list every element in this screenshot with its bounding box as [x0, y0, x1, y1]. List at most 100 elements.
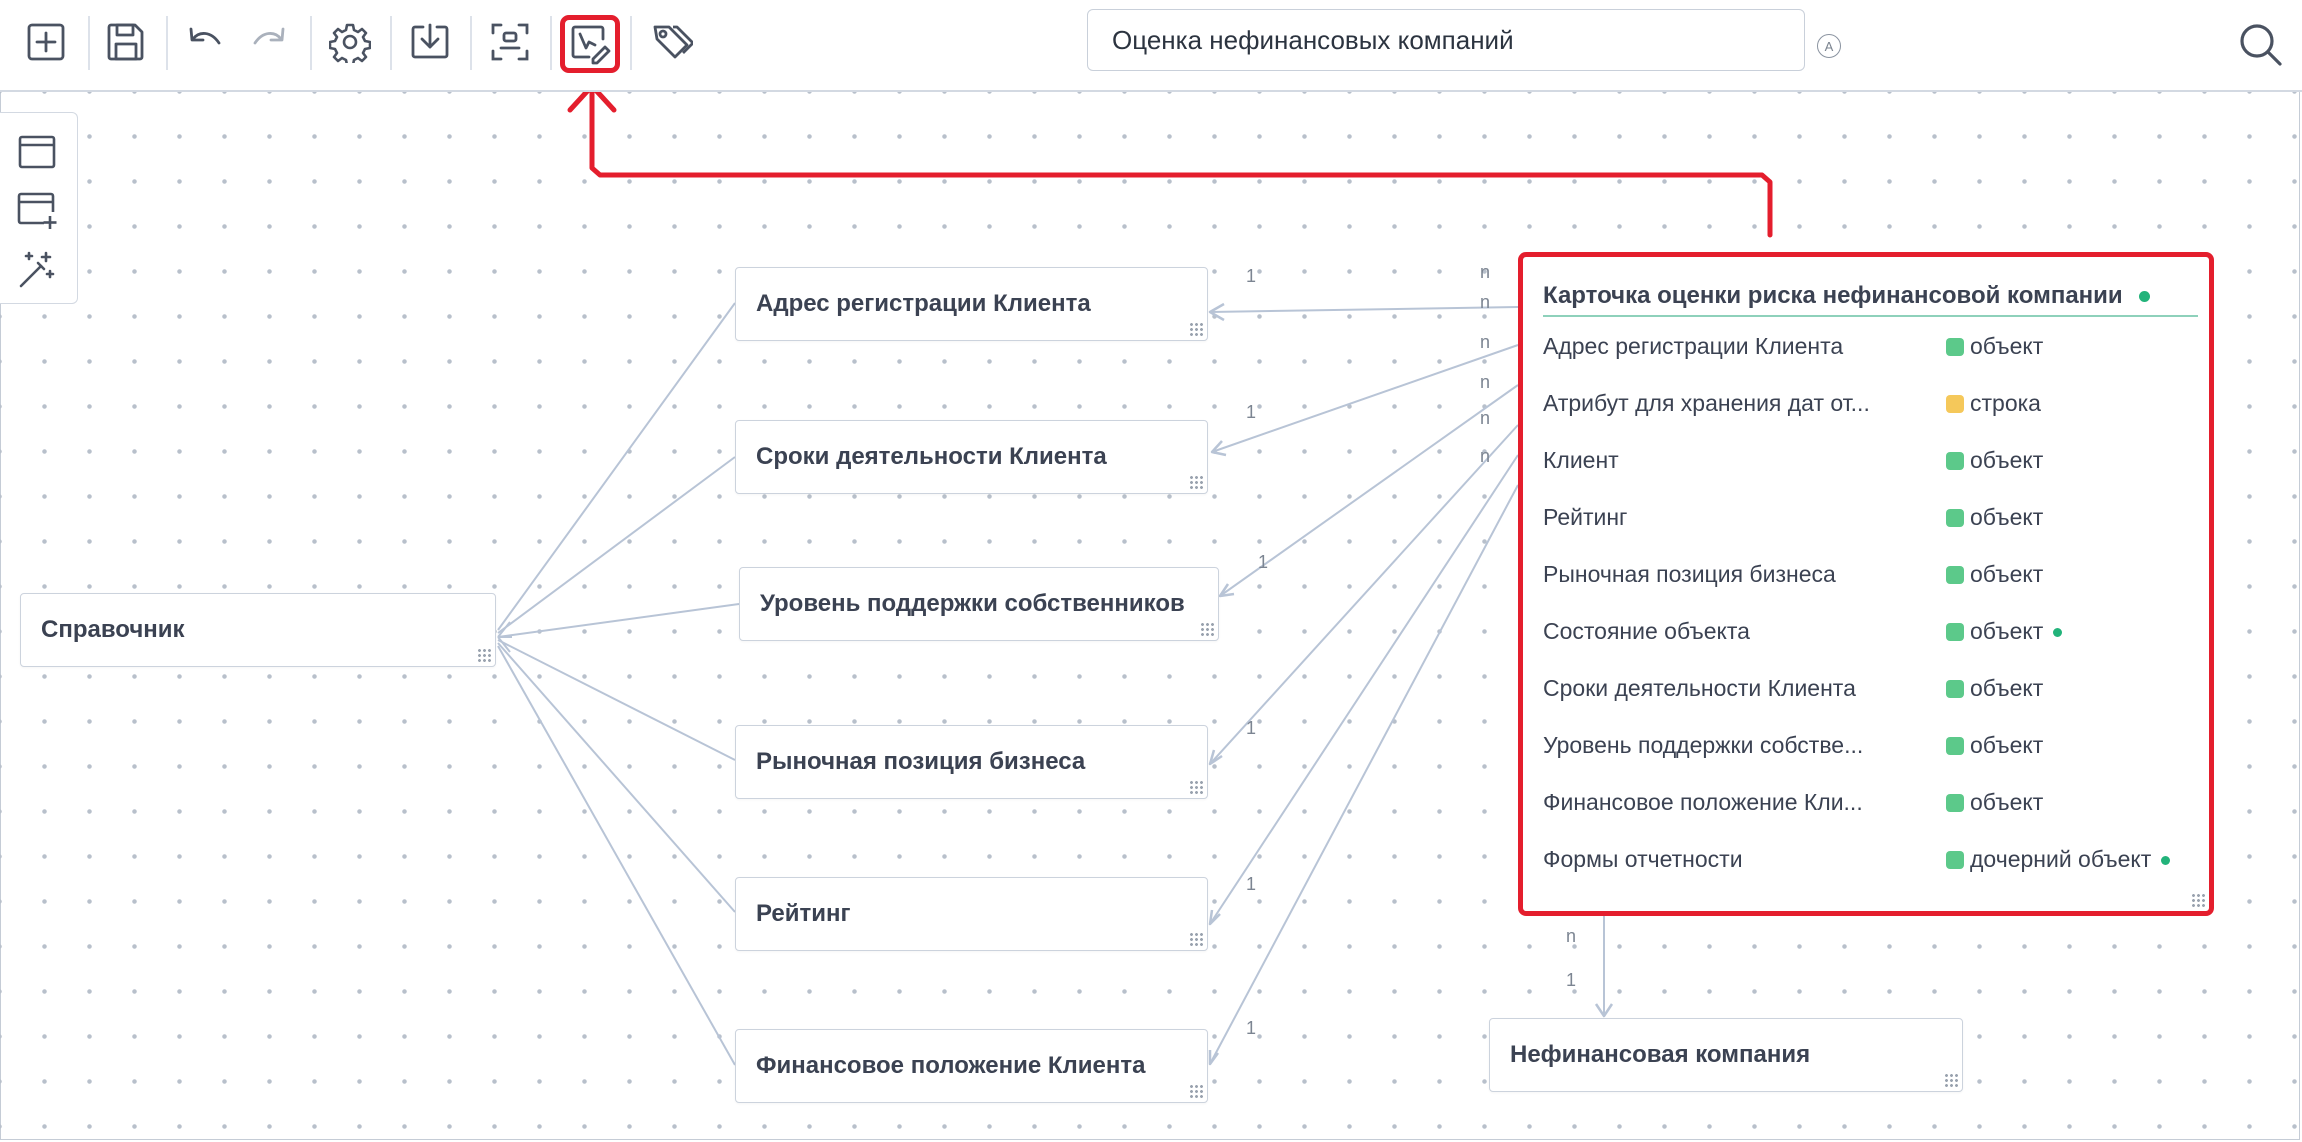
attribute-name: Рейтинг	[1543, 504, 1628, 530]
entity-node-label: Рейтинг	[756, 900, 851, 927]
entity-node-terms[interactable]: Сроки деятельности Клиента	[735, 420, 1208, 494]
diagram-title-input[interactable]: Оценка нефинансовых компаний	[1087, 9, 1805, 71]
attribute-name: Атрибут для хранения дат от...	[1543, 390, 1870, 416]
entity-node-financial[interactable]: Финансовое положение Клиента	[735, 1029, 1208, 1103]
attribute-row[interactable]: Атрибут для хранения дат от... строка	[1543, 384, 2203, 424]
resize-handle[interactable]	[1189, 475, 1203, 489]
cardinality-label: 1	[1246, 1018, 1257, 1038]
cardinality-label: n	[1480, 292, 1491, 312]
attribute-row[interactable]: Рыночная позиция бизнеса объект	[1543, 555, 2203, 595]
entity-node-label: Рыночная позиция бизнеса	[756, 748, 1086, 775]
entity-node-label: Справочник	[41, 616, 185, 643]
edit-select-icon[interactable]	[560, 15, 620, 73]
cardinality-label: n	[1480, 262, 1491, 282]
type-indicator	[1946, 794, 1964, 812]
attribute-type: строка	[1946, 390, 2041, 417]
cardinality-label: 1	[1246, 402, 1257, 422]
status-dot	[2053, 628, 2063, 638]
attribute-type-label: объект	[1970, 447, 2044, 473]
toolbar-divider	[470, 16, 472, 70]
settings-gear-icon[interactable]	[326, 18, 374, 66]
attribute-type-label: объект	[1970, 561, 2044, 587]
card-title-underline	[1543, 315, 2198, 317]
top-toolbar: Оценка нефинансовых компаний A	[0, 0, 2302, 92]
add-square-icon[interactable]	[22, 18, 70, 66]
save-icon[interactable]	[102, 18, 150, 66]
scan-focus-icon[interactable]	[486, 18, 534, 66]
attribute-row[interactable]: Сроки деятельности Клиента объект	[1543, 669, 2203, 709]
attribute-name: Рыночная позиция бизнеса	[1543, 561, 1836, 587]
magic-wand-icon[interactable]	[14, 247, 60, 293]
type-indicator	[1946, 509, 1964, 527]
attribute-row[interactable]: Финансовое положение Кли... объект	[1543, 783, 2203, 823]
status-dot	[2161, 856, 2171, 866]
entity-node-label: Финансовое положение Клиента	[756, 1052, 1146, 1079]
resize-handle[interactable]	[1189, 1084, 1203, 1098]
entity-node-address[interactable]: Адрес регистрации Клиента	[735, 267, 1208, 341]
status-dot	[2139, 291, 2151, 303]
toolbar-divider	[166, 16, 168, 70]
attribute-type: объект	[1946, 675, 2043, 702]
window-icon[interactable]	[14, 129, 60, 175]
toolbar-divider	[310, 16, 312, 70]
resize-handle[interactable]	[1189, 780, 1203, 794]
cardinality-label: n	[1480, 446, 1491, 466]
entity-node-reference[interactable]: Справочник	[20, 593, 496, 667]
attribute-row[interactable]: Уровень поддержки собстве... объект	[1543, 726, 2203, 766]
attribute-type: объект	[1946, 789, 2043, 816]
attribute-row[interactable]: Формы отчетности дочерний объект	[1543, 840, 2203, 880]
cardinality-label: 1	[1246, 266, 1257, 286]
resize-handle[interactable]	[1200, 622, 1214, 636]
card-title[interactable]: Карточка оценки риска нефинансовой компа…	[1543, 282, 2151, 310]
search-icon[interactable]	[2236, 20, 2284, 68]
redo-icon[interactable]	[246, 18, 294, 66]
attribute-name: Адрес регистрации Клиента	[1543, 333, 1844, 359]
resize-handle[interactable]	[1189, 322, 1203, 336]
resize-handle[interactable]	[1944, 1073, 1958, 1087]
attribute-type: объект	[1946, 333, 2043, 360]
download-icon[interactable]	[406, 18, 454, 66]
type-indicator	[1946, 395, 1964, 413]
attribute-name: Состояние объекта	[1543, 618, 1750, 644]
attribute-row[interactable]: Клиент объект	[1543, 441, 2203, 481]
entity-node-support[interactable]: Уровень поддержки собственников	[739, 567, 1219, 641]
entity-node-label: Уровень поддержки собственников	[760, 590, 1185, 617]
type-indicator	[1946, 452, 1964, 470]
window-add-icon[interactable]	[14, 187, 60, 233]
attribute-type-label: объект	[1970, 618, 2044, 644]
resize-handle[interactable]	[477, 648, 491, 662]
auto-badge: A	[1817, 34, 1841, 58]
entity-card-risk-assessment[interactable]: Карточка оценки риска нефинансовой компа…	[1518, 252, 2214, 916]
attribute-type-label: строка	[1970, 390, 2041, 416]
resize-handle[interactable]	[2191, 893, 2205, 907]
entity-node-rating[interactable]: Рейтинг	[735, 877, 1208, 951]
undo-icon[interactable]	[180, 18, 228, 66]
type-indicator	[1946, 737, 1964, 755]
type-indicator	[1946, 338, 1964, 356]
resize-handle[interactable]	[1189, 932, 1203, 946]
cardinality-label: n	[1480, 408, 1491, 428]
cardinality-label: n	[1480, 372, 1491, 392]
cardinality-label: n	[1566, 926, 1577, 946]
attribute-type: дочерний объект	[1946, 846, 2171, 873]
attribute-type: объект	[1946, 561, 2043, 588]
tags-icon[interactable]	[648, 18, 696, 66]
cardinality-label: 1	[1258, 552, 1269, 572]
attribute-type-label: объект	[1970, 789, 2044, 815]
attribute-row[interactable]: Адрес регистрации Клиента объект	[1543, 327, 2203, 367]
attribute-row[interactable]: Состояние объекта объект	[1543, 612, 2203, 652]
attribute-type-label: дочерний объект	[1970, 846, 2152, 872]
attribute-name: Уровень поддержки собстве...	[1543, 732, 1864, 758]
attribute-name: Сроки деятельности Клиента	[1543, 675, 1856, 701]
cardinality-label: n	[1480, 332, 1491, 352]
entity-node-label: Адрес регистрации Клиента	[756, 290, 1091, 317]
attribute-row[interactable]: Рейтинг объект	[1543, 498, 2203, 538]
attribute-name: Формы отчетности	[1543, 846, 1743, 872]
entity-node-label: Нефинансовая компания	[1510, 1041, 1811, 1068]
entity-node-nonfin[interactable]: Нефинансовая компания	[1489, 1018, 1963, 1092]
type-indicator	[1946, 623, 1964, 641]
cardinality-label: 1	[1566, 970, 1577, 990]
toolbar-divider	[630, 16, 632, 70]
entity-node-market[interactable]: Рыночная позиция бизнеса	[735, 725, 1208, 799]
attribute-type: объект	[1946, 732, 2043, 759]
